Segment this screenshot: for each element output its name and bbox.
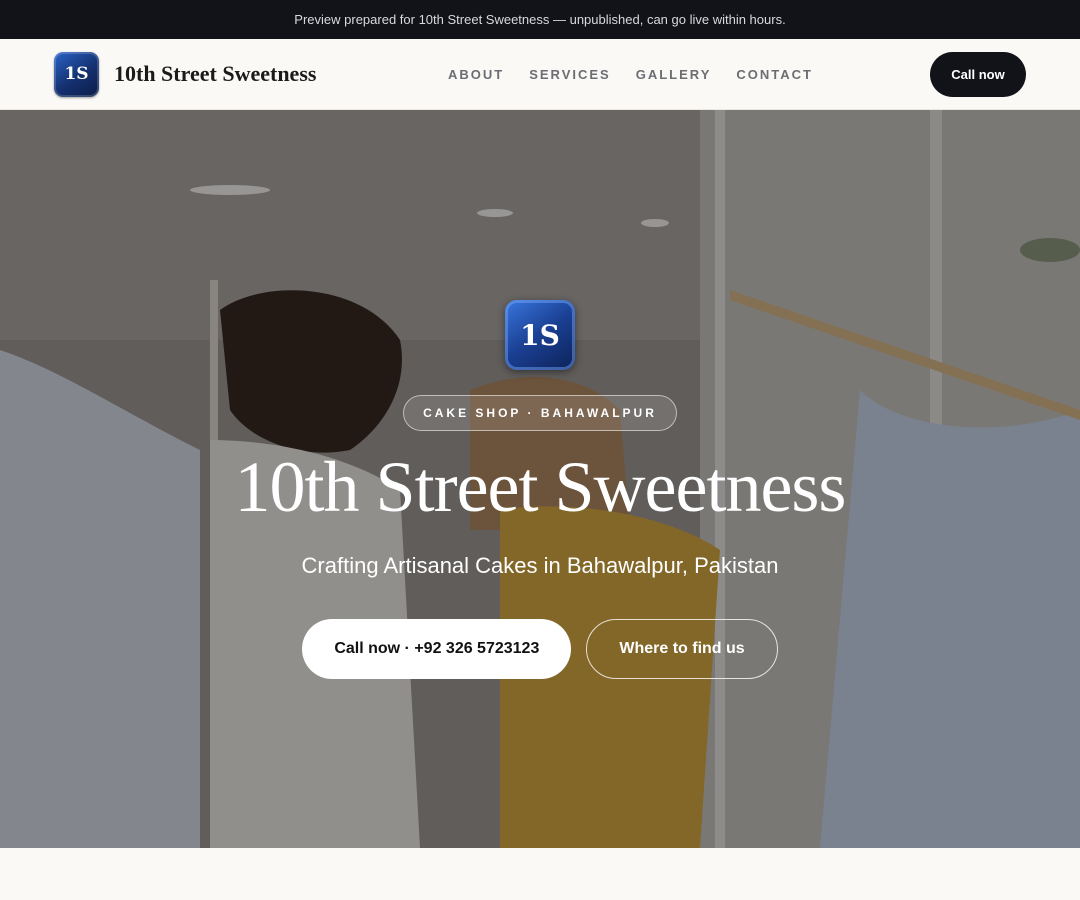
hero-cta-row: Call now · +92 326 5723123 Where to find… [302, 619, 778, 679]
preview-banner: Preview prepared for 10th Street Sweetne… [0, 0, 1080, 39]
hero-section: 1S CAKE SHOP · BAHAWALPUR 10th Street Sw… [0, 110, 1080, 848]
hero-eyebrow-badge: CAKE SHOP · BAHAWALPUR [403, 395, 677, 431]
hero-title: 10th Street Sweetness [234, 447, 847, 527]
brand-name: 10th Street Sweetness [114, 61, 317, 86]
hero-location-button[interactable]: Where to find us [586, 619, 778, 679]
header-call-button[interactable]: Call now [930, 51, 1026, 97]
main-menu: ABOUT SERVICES GALLERY CONTACT [448, 39, 838, 110]
brand[interactable]: 1S 10th Street Sweetness [54, 51, 317, 97]
hero-logo-monogram: 1S [520, 318, 560, 352]
hero-content: 1S CAKE SHOP · BAHAWALPUR 10th Street Sw… [0, 300, 1080, 679]
next-section [0, 848, 1080, 900]
hero-logo-icon: 1S [505, 300, 575, 370]
logo-monogram: 1S [64, 64, 89, 84]
nav-link-gallery[interactable]: GALLERY [636, 67, 712, 82]
logo-icon: 1S [54, 51, 99, 97]
hero-subtitle: Crafting Artisanal Cakes in Bahawalpur, … [301, 553, 779, 578]
nav-link-about[interactable]: ABOUT [448, 67, 504, 82]
nav-link-contact[interactable]: CONTACT [736, 67, 813, 82]
hero-call-button[interactable]: Call now · +92 326 5723123 [302, 619, 572, 679]
site-header: 1S 10th Street Sweetness ABOUT SERVICES … [0, 39, 1080, 110]
preview-banner-text: Preview prepared for 10th Street Sweetne… [294, 12, 786, 27]
nav-link-services[interactable]: SERVICES [529, 67, 611, 82]
